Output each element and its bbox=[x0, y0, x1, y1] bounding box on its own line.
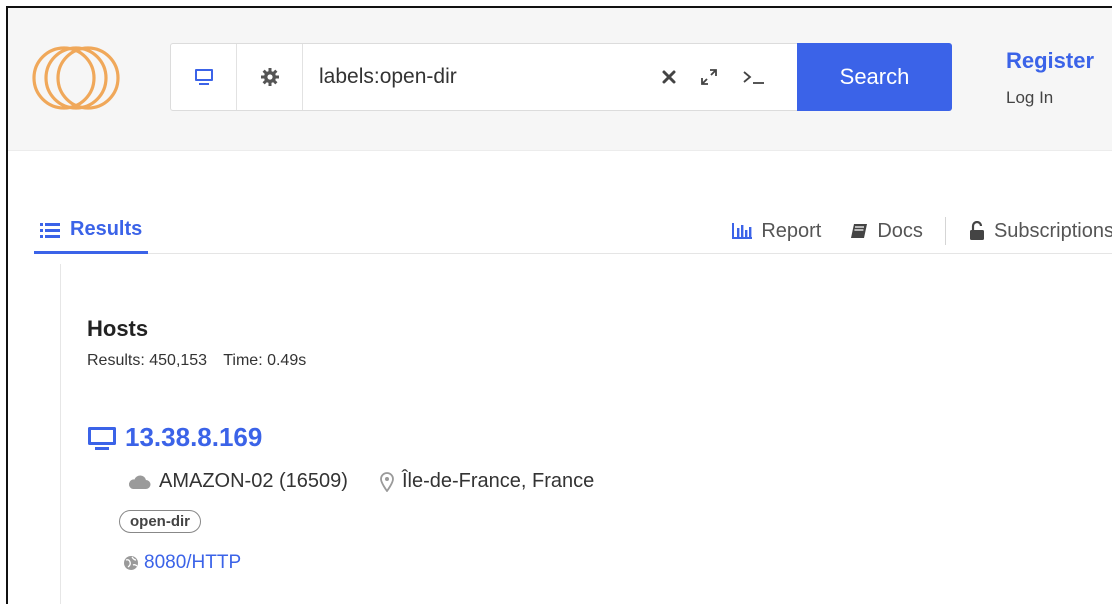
host-location-text: Île-de-France, France bbox=[401, 470, 595, 492]
tab-report[interactable]: Report bbox=[731, 220, 821, 243]
results-title: Hosts bbox=[87, 316, 149, 341]
list-icon bbox=[40, 222, 60, 238]
tab-results-label: Results bbox=[70, 218, 143, 240]
search-button[interactable]: Search bbox=[797, 43, 952, 111]
tab-subscriptions-label: Subscriptions bbox=[993, 219, 1112, 242]
clear-icon[interactable] bbox=[661, 69, 677, 85]
search-input[interactable] bbox=[303, 44, 661, 110]
host-ip-text: 13.38.8.169 bbox=[125, 422, 263, 452]
expand-icon[interactable] bbox=[699, 67, 719, 87]
host-asn-text: AMAZON-02 (16509) bbox=[159, 470, 348, 492]
globe-icon bbox=[124, 556, 138, 570]
tab-docs[interactable]: Docs bbox=[849, 220, 923, 243]
host-location: Île-de-France, France bbox=[380, 470, 594, 493]
results-meta: Results: 450,153 Time: 0.49s bbox=[87, 352, 318, 370]
tab-results[interactable]: Results bbox=[34, 208, 149, 254]
tab-subscriptions[interactable]: Subscriptions bbox=[968, 220, 1112, 243]
monitor-icon bbox=[88, 426, 116, 450]
search-bar: Search bbox=[170, 43, 952, 111]
register-link[interactable]: Register bbox=[1006, 48, 1094, 74]
login-link[interactable]: Log In bbox=[1006, 88, 1053, 108]
interlocking-rings-logo[interactable] bbox=[30, 38, 130, 118]
map-pin-icon bbox=[380, 471, 394, 492]
results-count: Results: 450,153 bbox=[87, 352, 208, 369]
search-tools bbox=[661, 44, 797, 110]
results-panel: Hosts Results: 450,153 Time: 0.49s 13.38… bbox=[60, 264, 1112, 604]
host-info-row: AMAZON-02 (16509) Île-de-France, France bbox=[127, 470, 626, 493]
bar-chart-icon bbox=[732, 223, 753, 239]
tab-report-label: Report bbox=[761, 219, 822, 242]
terminal-icon[interactable] bbox=[741, 68, 767, 86]
host-ip-link[interactable]: 13.38.8.169 bbox=[87, 422, 262, 453]
hosts-mode-button[interactable] bbox=[171, 44, 237, 110]
host-service-text: 8080/HTTP bbox=[144, 552, 242, 573]
host-service-link[interactable]: 8080/HTTP bbox=[123, 552, 241, 574]
unlock-icon bbox=[969, 221, 984, 240]
secondary-tabs: Report Docs Subscriptions bbox=[731, 208, 1112, 254]
results-time: Time: 0.49s bbox=[223, 352, 307, 369]
book-icon bbox=[851, 224, 868, 238]
results-tab-bar: Results Report Docs Subscriptions bbox=[34, 208, 1112, 254]
page-frame: Search Register Log In Results bbox=[6, 6, 1112, 604]
host-label-tag[interactable]: open-dir bbox=[119, 510, 201, 533]
cloud-icon bbox=[128, 474, 151, 489]
tab-divider bbox=[944, 217, 946, 245]
gear-icon bbox=[260, 68, 279, 86]
host-asn: AMAZON-02 (16509) bbox=[127, 470, 348, 493]
settings-button[interactable] bbox=[237, 44, 303, 110]
top-header: Search Register Log In bbox=[8, 8, 1112, 151]
tab-docs-label: Docs bbox=[877, 219, 923, 242]
monitor-icon bbox=[194, 69, 213, 85]
